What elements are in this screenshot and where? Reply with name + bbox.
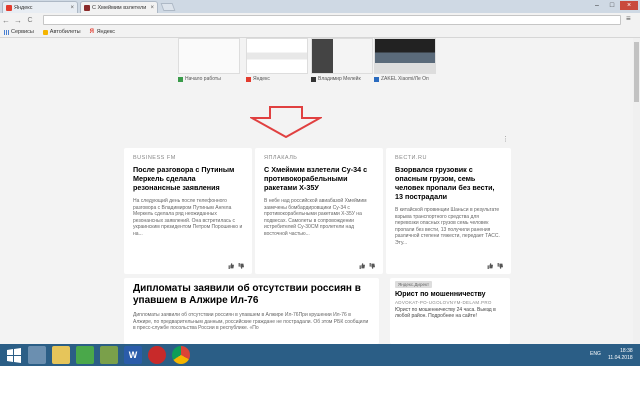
tile-thumbnail <box>374 38 436 74</box>
tab-label: С Хмеймим взлетели С <box>92 4 149 11</box>
media-taskbar-icon[interactable] <box>100 346 118 364</box>
folder-taskbar-icon[interactable] <box>52 346 70 364</box>
tile-caption: Яндекс <box>253 76 270 82</box>
tab-label: Яндекс <box>14 4 33 11</box>
tile-thumbnail <box>311 38 373 74</box>
screen: Яндекс × С Хмеймим взлетели С × – □ × ← … <box>0 0 640 410</box>
bus-icon <box>42 29 48 35</box>
close-window-button[interactable]: × <box>620 1 638 10</box>
big-news-title[interactable]: Дипломаты заявили об отсутствии россиян … <box>133 283 370 307</box>
news-body: На следующий день после телефонного разг… <box>133 198 243 237</box>
opera-taskbar-icon[interactable] <box>148 346 166 364</box>
taskbar: W ENG 18:38 11.04.2018 <box>0 344 640 366</box>
tile-thumbnail <box>246 38 308 74</box>
tab-strip: Яндекс × С Хмеймим взлетели С × – □ × <box>0 0 640 13</box>
dislike-icon[interactable] <box>238 263 244 269</box>
tab-yandex[interactable]: Яндекс × <box>2 1 78 13</box>
news-card[interactable]: BUSINESS FM После разговора с Путиным Ме… <box>124 148 252 274</box>
ad-card[interactable]: Яндекс.Директ Юрист по мошенничеству ADV… <box>390 278 510 344</box>
tile-caption: ZAKEL Xiaomi/Ле Оп <box>381 76 429 82</box>
news-card[interactable]: ВЕСТИ.RU Взорвался грузовик с опасным гр… <box>386 148 511 274</box>
windows-logo-icon <box>7 348 21 363</box>
clock-date: 11.04.2018 <box>608 355 633 361</box>
big-news-card[interactable]: Дипломаты заявили об отсутствии россиян … <box>124 278 379 344</box>
ad-body: Юрист по мошенничеству 24 часа. Выезд в … <box>395 307 496 320</box>
back-arrow-icon[interactable]: ← <box>0 16 12 25</box>
bookmark-label: Сервисы <box>11 29 34 35</box>
address-bar[interactable] <box>43 15 621 25</box>
yandex-favicon-icon <box>6 4 12 11</box>
like-icon[interactable] <box>359 263 365 269</box>
news-body: В китайской провинции Шаньси в результат… <box>395 207 500 246</box>
like-icon[interactable] <box>228 263 234 269</box>
tile-zakel[interactable]: ZAKEL Xiaomi/Ле Оп <box>374 38 436 82</box>
news-body: В небе над российской авиабазой Хмеймим … <box>264 198 367 237</box>
tile-vladimir[interactable]: Владимир Мелейк <box>311 38 373 82</box>
menu-icon[interactable]: ≡ <box>626 14 631 23</box>
tab-close-icon[interactable]: × <box>150 5 154 11</box>
utorrent-taskbar-icon[interactable] <box>76 346 94 364</box>
news-title[interactable]: С Хмеймим взлетели Су-34 с противокорабе… <box>264 165 374 192</box>
down-arrow-icon <box>250 106 322 138</box>
news-source: ЯПЛАКАЛЬ <box>264 155 298 161</box>
tile-start[interactable]: Начало работы <box>178 38 240 82</box>
new-tab-button[interactable] <box>160 3 176 11</box>
word-taskbar-icon[interactable]: W <box>124 346 142 364</box>
input-language[interactable]: ENG <box>590 351 601 357</box>
dislike-icon[interactable] <box>369 263 375 269</box>
dislike-icon[interactable] <box>497 263 503 269</box>
bookmark-services[interactable]: Сервисы <box>4 29 34 35</box>
tab-news[interactable]: С Хмеймим взлетели С × <box>80 1 158 13</box>
bookmark-label: Яндекс <box>96 29 116 35</box>
bookmark-label: Автобилеты <box>49 29 81 35</box>
ad-title[interactable]: Юрист по мошенничеству <box>395 291 505 298</box>
ad-badge: Яндекс.Директ <box>395 281 433 288</box>
tile-icon <box>374 76 379 82</box>
system-clock[interactable]: 18:38 11.04.2018 <box>608 348 633 362</box>
minimize-button[interactable]: – <box>590 1 604 10</box>
forward-arrow-icon[interactable]: → <box>12 16 24 25</box>
scrollbar[interactable] <box>633 38 640 344</box>
tab-close-icon[interactable]: × <box>70 5 74 11</box>
reload-icon[interactable]: C <box>24 17 36 24</box>
tile-icon <box>178 76 183 82</box>
tile-icon <box>246 76 251 82</box>
clock-time: 18:38 <box>620 348 633 354</box>
news-title[interactable]: После разговора с Путиным Меркель сделал… <box>133 165 243 192</box>
chrome-taskbar-icon[interactable] <box>172 346 190 364</box>
news-favicon-icon <box>84 4 90 11</box>
tile-yandex[interactable]: Яндекс <box>246 38 308 82</box>
like-icon[interactable] <box>487 263 493 269</box>
bookmarks-bar: Сервисы Автобилеты Я Яндекс <box>0 27 640 38</box>
explorer-taskbar-icon[interactable] <box>28 346 46 364</box>
scrollbar-thumb[interactable] <box>634 42 639 102</box>
tile-caption: Владимир Мелейк <box>318 76 361 82</box>
empty-area <box>0 366 640 410</box>
news-source: ВЕСТИ.RU <box>395 155 427 161</box>
news-source: BUSINESS FM <box>133 155 176 161</box>
tile-thumbnail <box>178 38 240 74</box>
maximize-button[interactable]: □ <box>605 1 619 10</box>
ad-url[interactable]: ADVOKAT-PO-UGOLOVNYM-DELAM.PRO <box>395 300 505 305</box>
bookmark-yandex[interactable]: Я Яндекс <box>89 28 116 36</box>
news-card[interactable]: ЯПЛАКАЛЬ С Хмеймим взлетели Су-34 с прот… <box>255 148 383 274</box>
tile-icon <box>311 76 316 82</box>
page-content: Начало работы Яндекс Владимир Мелейк ZAK… <box>0 38 640 344</box>
apps-icon <box>4 29 9 35</box>
more-options-icon[interactable]: ⋮ <box>502 135 509 143</box>
start-button[interactable] <box>4 346 24 364</box>
yandex-icon: Я <box>89 28 94 35</box>
tile-caption: Начало работы <box>185 76 221 82</box>
big-news-body: Дипломаты заявили об отсутствии россиян … <box>133 312 369 332</box>
bookmark-bus-tickets[interactable]: Автобилеты <box>42 29 81 35</box>
news-title[interactable]: Взорвался грузовик с опасным грузом, сем… <box>395 165 502 201</box>
